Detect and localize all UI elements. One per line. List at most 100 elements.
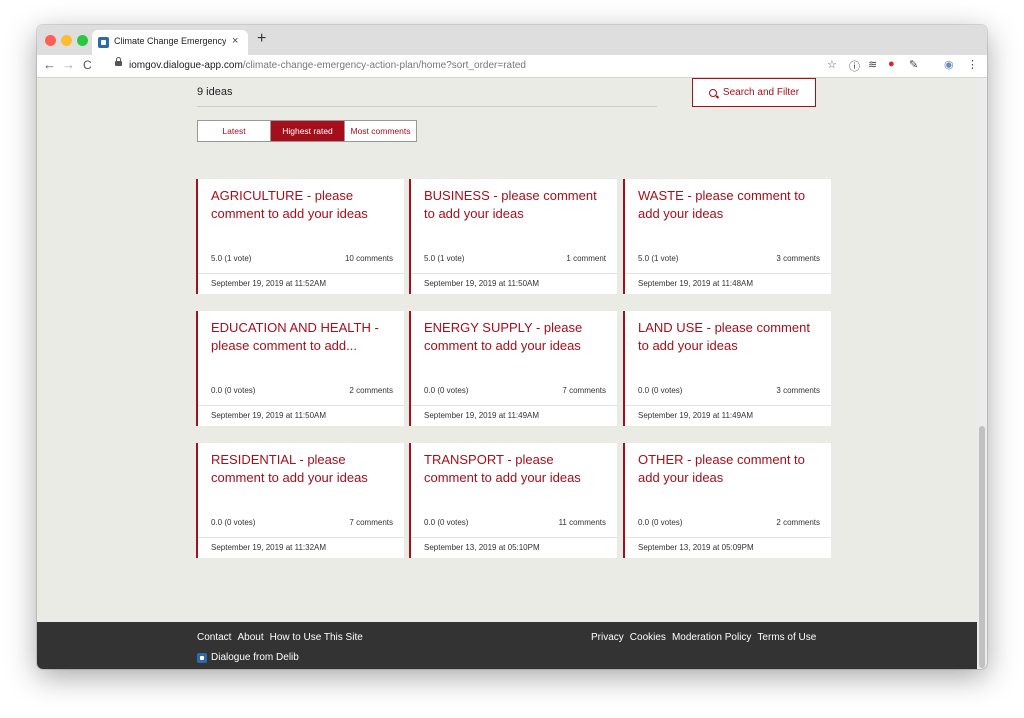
url-field[interactable]: iomgov.dialogue-app.com/climate-change-e… bbox=[129, 60, 526, 71]
browser-tab[interactable]: Climate Change Emergency Ac × bbox=[92, 30, 248, 55]
idea-card[interactable]: AGRICULTURE - please comment to add your… bbox=[196, 179, 404, 294]
footer-link-about[interactable]: About bbox=[237, 632, 263, 643]
idea-comment-count[interactable]: 10 comments bbox=[345, 254, 393, 263]
idea-card[interactable]: OTHER - please comment to add your ideas… bbox=[623, 443, 831, 558]
idea-card[interactable]: RESIDENTIAL - please comment to add your… bbox=[196, 443, 404, 558]
idea-date: September 19, 2019 at 11:32AM bbox=[211, 543, 327, 552]
idea-rating: 5.0 (1 vote) bbox=[638, 254, 679, 263]
idea-date: September 19, 2019 at 11:52AM bbox=[211, 279, 327, 288]
card-divider bbox=[625, 537, 831, 538]
back-arrow-icon[interactable]: ← bbox=[43, 57, 56, 72]
idea-rating: 0.0 (0 votes) bbox=[638, 386, 683, 395]
idea-rating: 5.0 (1 vote) bbox=[211, 254, 252, 263]
idea-date: September 13, 2019 at 05:10PM bbox=[424, 543, 540, 552]
idea-comment-count[interactable]: 7 comments bbox=[562, 386, 606, 395]
address-bar: ← → C iomgov.dialogue-app.com/climate-ch… bbox=[37, 55, 987, 78]
browser-window: Climate Change Emergency Ac × + ← → C io… bbox=[37, 25, 987, 669]
footer-link-contact[interactable]: Contact bbox=[197, 632, 231, 643]
maximize-window-button[interactable] bbox=[77, 35, 88, 46]
idea-date: September 13, 2019 at 05:09PM bbox=[638, 543, 754, 552]
card-divider bbox=[198, 537, 404, 538]
idea-title-link[interactable]: BUSINESS - please comment to add your id… bbox=[424, 187, 610, 223]
footer-link-cookies[interactable]: Cookies bbox=[630, 632, 666, 643]
idea-title-link[interactable]: OTHER - please comment to add your ideas bbox=[638, 451, 824, 487]
sort-most-comments-button[interactable]: Most comments bbox=[345, 121, 416, 141]
ideas-count: 9 ideas bbox=[197, 86, 233, 98]
idea-card[interactable]: TRANSPORT - please comment to add your i… bbox=[409, 443, 617, 558]
globe-extension-icon[interactable]: ◉ bbox=[944, 58, 954, 71]
idea-date: September 19, 2019 at 11:49AM bbox=[638, 411, 754, 420]
new-tab-button[interactable]: + bbox=[257, 30, 266, 48]
close-window-button[interactable] bbox=[45, 35, 56, 46]
footer-link-terms-of-use[interactable]: Terms of Use bbox=[757, 632, 816, 643]
card-divider bbox=[411, 273, 617, 274]
idea-comment-count[interactable]: 1 comment bbox=[566, 254, 606, 263]
sort-latest-button[interactable]: Latest bbox=[198, 121, 271, 141]
pen-extension-icon[interactable]: ✎ bbox=[909, 58, 918, 71]
idea-card[interactable]: BUSINESS - please comment to add your id… bbox=[409, 179, 617, 294]
idea-comment-count[interactable]: 3 comments bbox=[776, 386, 820, 395]
footer-right-links: Privacy Cookies Moderation Policy Terms … bbox=[591, 632, 816, 643]
page-scrollbar[interactable] bbox=[977, 78, 987, 669]
forward-arrow-icon[interactable]: → bbox=[62, 57, 75, 72]
search-and-filter-button[interactable]: Search and Filter bbox=[692, 78, 816, 107]
idea-title-link[interactable]: LAND USE - please comment to add your id… bbox=[638, 319, 824, 355]
card-divider bbox=[198, 273, 404, 274]
sort-order-toggle: Latest Highest rated Most comments bbox=[197, 120, 417, 142]
dialogue-logo-icon bbox=[197, 652, 207, 663]
reload-icon[interactable]: C bbox=[83, 58, 92, 72]
idea-date: September 19, 2019 at 11:49AM bbox=[424, 411, 540, 420]
opera-extension-icon[interactable]: ● bbox=[888, 58, 895, 70]
idea-rating: 0.0 (0 votes) bbox=[424, 518, 469, 527]
idea-title-link[interactable]: RESIDENTIAL - please comment to add your… bbox=[211, 451, 397, 487]
site-favicon-icon bbox=[98, 37, 109, 48]
idea-rating: 0.0 (0 votes) bbox=[211, 518, 256, 527]
footer-link-privacy[interactable]: Privacy bbox=[591, 632, 624, 643]
sort-highest-rated-button[interactable]: Highest rated bbox=[271, 121, 345, 141]
idea-comment-count[interactable]: 2 comments bbox=[776, 518, 820, 527]
idea-date: September 19, 2019 at 11:48AM bbox=[638, 279, 754, 288]
card-divider bbox=[198, 405, 404, 406]
idea-title-link[interactable]: ENERGY SUPPLY - please comment to add yo… bbox=[424, 319, 610, 355]
bookmark-star-icon[interactable]: ☆ bbox=[827, 58, 837, 71]
idea-title-link[interactable]: EDUCATION AND HEALTH - please comment to… bbox=[211, 319, 397, 355]
search-and-filter-label: Search and Filter bbox=[722, 87, 800, 98]
idea-rating: 0.0 (0 votes) bbox=[638, 518, 683, 527]
url-host: iomgov.dialogue-app.com bbox=[129, 60, 243, 71]
card-divider bbox=[411, 537, 617, 538]
idea-comment-count[interactable]: 11 comments bbox=[559, 518, 606, 527]
idea-card[interactable]: EDUCATION AND HEALTH - please comment to… bbox=[196, 311, 404, 426]
idea-rating: 0.0 (0 votes) bbox=[424, 386, 469, 395]
lock-icon bbox=[115, 57, 122, 66]
idea-comment-count[interactable]: 2 comments bbox=[349, 386, 393, 395]
minimize-window-button[interactable] bbox=[61, 35, 72, 46]
footer-link-how-to-use[interactable]: How to Use This Site bbox=[270, 632, 363, 643]
kebab-menu-icon[interactable]: ⋮ bbox=[967, 58, 978, 71]
tab-close-icon[interactable]: × bbox=[232, 35, 238, 47]
card-divider bbox=[625, 405, 831, 406]
idea-comment-count[interactable]: 7 comments bbox=[349, 518, 393, 527]
card-divider bbox=[625, 273, 831, 274]
footer-brand-link[interactable]: Dialogue from Delib bbox=[197, 652, 299, 663]
idea-comment-count[interactable]: 3 comments bbox=[776, 254, 820, 263]
idea-title-link[interactable]: TRANSPORT - please comment to add your i… bbox=[424, 451, 610, 487]
footer-left-links: Contact About How to Use This Site bbox=[197, 632, 363, 643]
idea-card[interactable]: ENERGY SUPPLY - please comment to add yo… bbox=[409, 311, 617, 426]
divider bbox=[197, 106, 657, 107]
footer-link-moderation-policy[interactable]: Moderation Policy bbox=[672, 632, 751, 643]
info-icon[interactable]: ⓘ bbox=[849, 58, 860, 74]
idea-title-link[interactable]: WASTE - please comment to add your ideas bbox=[638, 187, 824, 223]
site-footer: Contact About How to Use This Site Priva… bbox=[37, 622, 987, 669]
tab-title: Climate Change Emergency Ac bbox=[114, 36, 226, 46]
idea-date: September 19, 2019 at 11:50AM bbox=[424, 279, 540, 288]
scrollbar-thumb[interactable] bbox=[979, 426, 985, 668]
footer-brand-label: Dialogue from Delib bbox=[211, 652, 299, 663]
url-path: /climate-change-emergency-action-plan/ho… bbox=[242, 60, 526, 71]
idea-title-link[interactable]: AGRICULTURE - please comment to add your… bbox=[211, 187, 397, 223]
layers-extension-icon[interactable]: ≋ bbox=[868, 58, 877, 71]
card-divider bbox=[411, 405, 617, 406]
idea-rating: 0.0 (0 votes) bbox=[211, 386, 256, 395]
idea-rating: 5.0 (1 vote) bbox=[424, 254, 465, 263]
idea-card[interactable]: WASTE - please comment to add your ideas… bbox=[623, 179, 831, 294]
idea-card[interactable]: LAND USE - please comment to add your id… bbox=[623, 311, 831, 426]
